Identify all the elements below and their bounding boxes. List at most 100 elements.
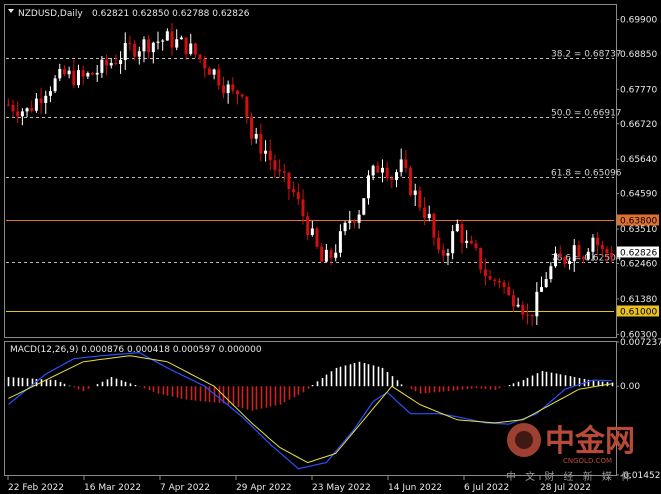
candle-down (170, 31, 174, 48)
candle-down (72, 70, 76, 86)
candle-down (292, 189, 296, 193)
candle-up (161, 40, 165, 42)
symbol-dropdown-icon[interactable] (8, 9, 14, 13)
candle-down (329, 249, 333, 258)
candle-up (34, 98, 38, 111)
price-tick-label: 0.66720 (620, 120, 657, 130)
fib-level-label: 61.8 = 0.65096 (551, 169, 622, 179)
macd-tick-label: 0.00 (620, 382, 640, 392)
candle-up (544, 279, 548, 288)
candle-down (296, 192, 300, 200)
candle-down (282, 171, 286, 173)
candle-up (446, 253, 450, 256)
candle-up (451, 231, 455, 254)
time-tick-label: 22 Feb 2022 (8, 483, 64, 493)
candle-down (240, 94, 244, 97)
candle-down (432, 213, 436, 238)
candle-up (568, 261, 572, 264)
candle-down (91, 73, 95, 75)
candle-down (217, 69, 221, 86)
candle-down (596, 237, 600, 245)
candle-down (278, 169, 282, 172)
candle-up (399, 159, 403, 173)
main-plot-frame (4, 4, 617, 338)
candle-up (371, 165, 375, 176)
candle-down (437, 237, 441, 250)
candle-up (175, 39, 179, 48)
candle-down (525, 314, 529, 316)
candle-down (147, 39, 151, 53)
candle-down (250, 116, 254, 139)
candle-down (193, 43, 197, 55)
candle-up (156, 41, 160, 43)
candle-down (184, 37, 188, 54)
candle-up (86, 73, 90, 77)
candle-up (100, 59, 104, 73)
candle-up (535, 291, 539, 317)
candle-down (511, 295, 515, 307)
candle-up (343, 222, 347, 232)
candle-down (273, 160, 277, 170)
candle-up (549, 266, 553, 280)
candle-down (259, 133, 263, 154)
candle-down (268, 150, 272, 161)
time-tick-label: 23 May 2022 (312, 483, 371, 493)
candle-down (245, 96, 249, 117)
time-tick-label: 7 Apr 2022 (160, 483, 210, 493)
candle-up (95, 72, 99, 75)
watermark-tagline: 中 文 财 经 新 媒 体 (506, 470, 634, 483)
candle-up (366, 175, 370, 199)
candle-up (338, 231, 342, 253)
candle-down (11, 104, 15, 112)
candle-down (236, 90, 240, 95)
candle-up (586, 251, 590, 260)
candle-down (479, 247, 483, 270)
price-tick-label: 0.61380 (620, 295, 657, 305)
time-axis[interactable]: 22 Feb 2022 16 Mar 2022 7 Apr 2022 29 Apr 2… (7, 476, 591, 493)
candle-down (352, 221, 356, 223)
price-tick-label: 0.68850 (620, 50, 657, 60)
candle-down (493, 279, 497, 281)
candle-down (577, 245, 581, 258)
candle-down (39, 98, 43, 103)
time-tick-label: 16 Mar 2022 (84, 483, 141, 493)
candle-up (572, 245, 576, 262)
candle-up (20, 111, 24, 117)
candle-down (133, 44, 137, 57)
candle-up (76, 70, 80, 86)
candle-up (67, 70, 71, 75)
candle-up (53, 78, 57, 92)
candle-up (455, 223, 459, 232)
candle-down (605, 248, 609, 254)
candle-up (137, 51, 141, 57)
price-tick-label: 0.65640 (620, 155, 657, 165)
candle-down (497, 280, 501, 283)
candle-down (306, 216, 310, 235)
candle-down (474, 243, 478, 248)
candle-up (465, 240, 469, 244)
candle-up (516, 304, 520, 307)
candle-down (203, 59, 207, 69)
time-tick-label: 6 Jul 2022 (464, 483, 509, 493)
candle-down (409, 168, 413, 195)
candle-down (30, 108, 34, 111)
candle-up (357, 214, 361, 223)
chart-canvas[interactable]: 38.2 = 0.68737 50.0 = 0.66917 61.8 = 0.650… (0, 0, 661, 494)
candle-down (502, 282, 506, 288)
candle-down (460, 223, 464, 244)
candle-up (212, 69, 216, 75)
price-tick-label: 0.62460 (620, 260, 657, 270)
fib-level-label: 38.2 = 0.68737 (551, 50, 622, 60)
macd-title: MACD(12,26,9) 0.000876 0.000418 0.000597… (10, 345, 262, 355)
candle-down (221, 85, 225, 94)
candle-up (142, 39, 146, 52)
candle-down (582, 257, 586, 260)
candle-up (362, 198, 366, 215)
watermark-logo-hole (515, 431, 533, 449)
candle-up (58, 68, 62, 79)
macd-tick-label: 0.007237 (620, 338, 661, 348)
fib-level-label: 50.0 = 0.66917 (551, 109, 622, 119)
candle-down (423, 207, 427, 219)
candle-down (390, 177, 394, 180)
candle-up (48, 91, 52, 96)
